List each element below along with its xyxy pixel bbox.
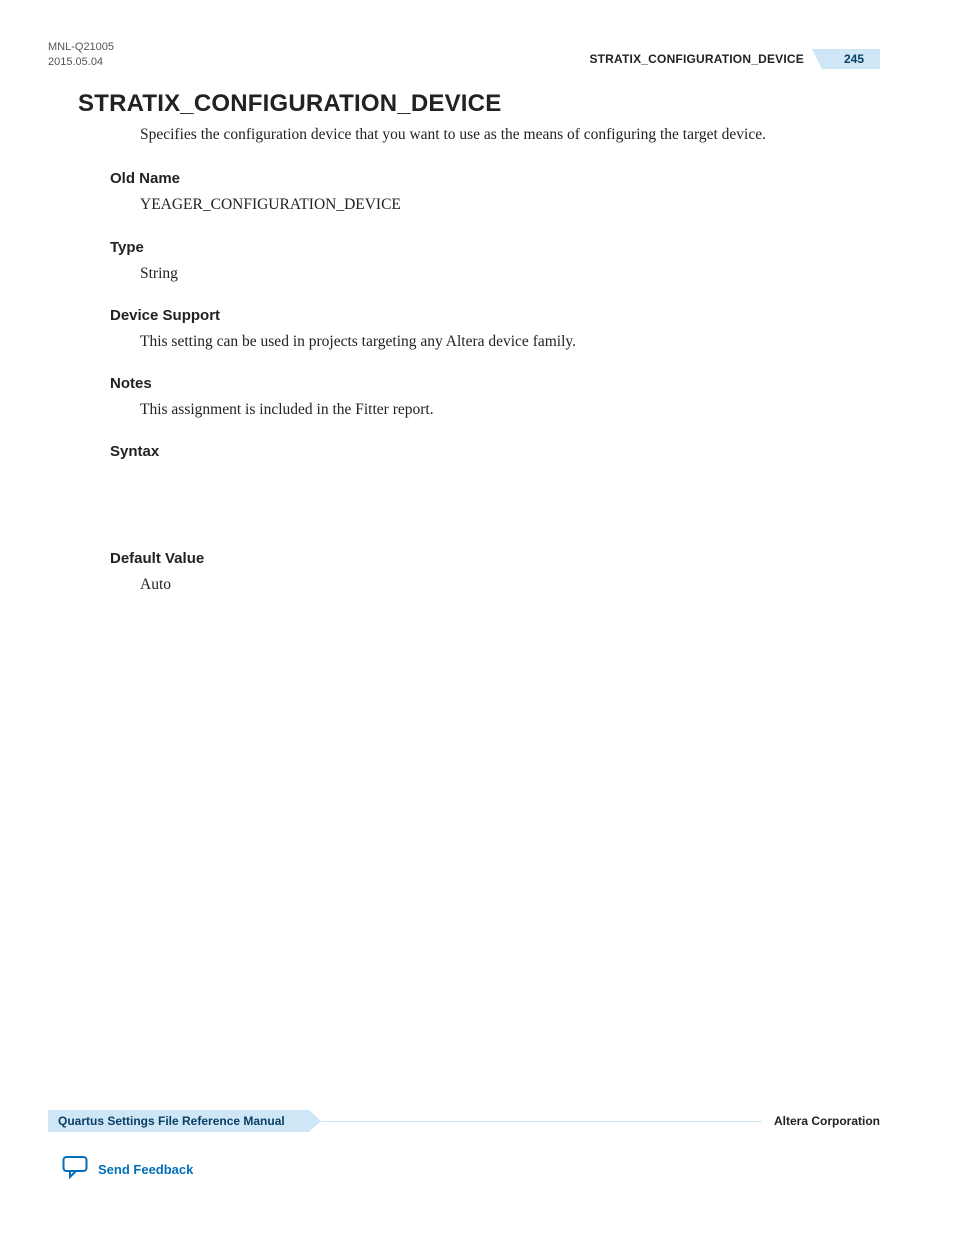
section-syntax: Syntax [110,443,880,460]
intro-text: Specifies the configuration device that … [140,124,880,146]
section-value: This assignment is included in the Fitte… [140,398,880,421]
section-value: This setting can be used in projects tar… [140,330,880,353]
footer-left: Quartus Settings File Reference Manual [48,1110,309,1132]
section-label: Notes [110,375,880,392]
footer-doc-title: Quartus Settings File Reference Manual [48,1110,309,1132]
doc-meta: MNL-Q21005 2015.05.04 [48,40,114,70]
footer-company: Altera Corporation [774,1114,880,1128]
section-label: Type [110,239,880,256]
section-device-support: Device Support This setting can be used … [110,307,880,353]
send-feedback-link[interactable]: Send Feedback [62,1155,193,1183]
page-title: STRATIX_CONFIGURATION_DEVICE [78,90,880,118]
footer-bar: Quartus Settings File Reference Manual A… [48,1110,880,1132]
section-type: Type String [110,239,880,285]
doc-id: MNL-Q21005 [48,40,114,55]
send-feedback-label: Send Feedback [98,1162,193,1177]
page-number-badge: 245 [822,49,880,69]
section-label: Old Name [110,170,880,187]
section-label: Device Support [110,307,880,324]
content: STRATIX_CONFIGURATION_DEVICE Specifies t… [48,90,880,597]
speech-bubble-icon [62,1155,88,1183]
section-value: String [140,262,880,285]
footer-divider [321,1121,762,1122]
section-value: Auto [140,573,880,596]
section-default-value: Default Value Auto [110,550,880,596]
section-old-name: Old Name YEAGER_CONFIGURATION_DEVICE [110,170,880,216]
header-section-title: STRATIX_CONFIGURATION_DEVICE [589,52,804,66]
section-label: Default Value [110,550,880,567]
section-value: YEAGER_CONFIGURATION_DEVICE [140,193,880,216]
doc-date: 2015.05.04 [48,55,114,70]
section-notes: Notes This assignment is included in the… [110,375,880,421]
header-right: STRATIX_CONFIGURATION_DEVICE 245 [589,49,880,69]
section-label: Syntax [110,443,880,460]
